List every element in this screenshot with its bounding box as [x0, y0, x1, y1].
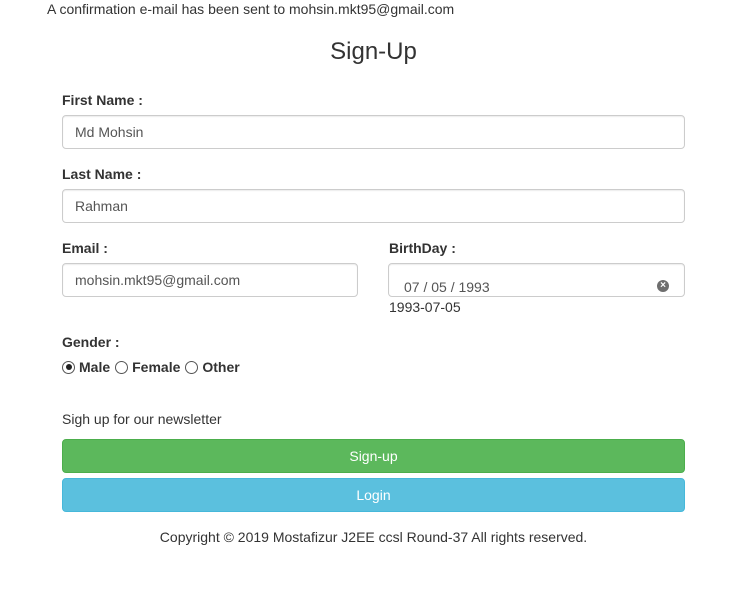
gender-male-label[interactable]: Male [79, 359, 110, 375]
gender-label: Gender : [62, 334, 120, 350]
gender-other-radio[interactable] [185, 360, 199, 374]
gender-female-radio[interactable] [115, 360, 129, 374]
newsletter-text: Sigh up for our newsletter [62, 411, 222, 427]
confirmation-message: A confirmation e-mail has been sent to m… [47, 1, 455, 17]
page-title: Sign-Up [330, 38, 417, 65]
birthday-input[interactable]: 07 / 05 / 1993 × [388, 263, 685, 297]
gender-female-label[interactable]: Female [132, 359, 180, 375]
email-input[interactable]: mohsin.mkt95@gmail.com [62, 263, 358, 297]
gender-radio-group: Male Female Other [62, 359, 245, 375]
clear-circle-icon[interactable]: × [657, 280, 669, 292]
first-name-label: First Name : [62, 92, 143, 108]
birthday-label: BirthDay : [389, 240, 456, 256]
first-name-input[interactable]: Md Mohsin [62, 115, 685, 149]
last-name-input[interactable]: Rahman [62, 189, 685, 223]
last-name-label: Last Name : [62, 166, 142, 182]
gender-other-label[interactable]: Other [202, 359, 239, 375]
birthday-display-value: 07 / 05 / 1993 [404, 279, 490, 295]
footer-copyright: Copyright © 2019 Mostafizur J2EE ccsl Ro… [159, 529, 588, 545]
signup-page: A confirmation e-mail has been sent to m… [0, 0, 737, 612]
birthday-raw-value: 1993-07-05 [389, 299, 461, 315]
login-button[interactable]: Login [62, 478, 685, 512]
signup-button[interactable]: Sign-up [62, 439, 685, 473]
gender-male-radio[interactable] [62, 360, 75, 374]
email-label: Email : [62, 240, 108, 256]
